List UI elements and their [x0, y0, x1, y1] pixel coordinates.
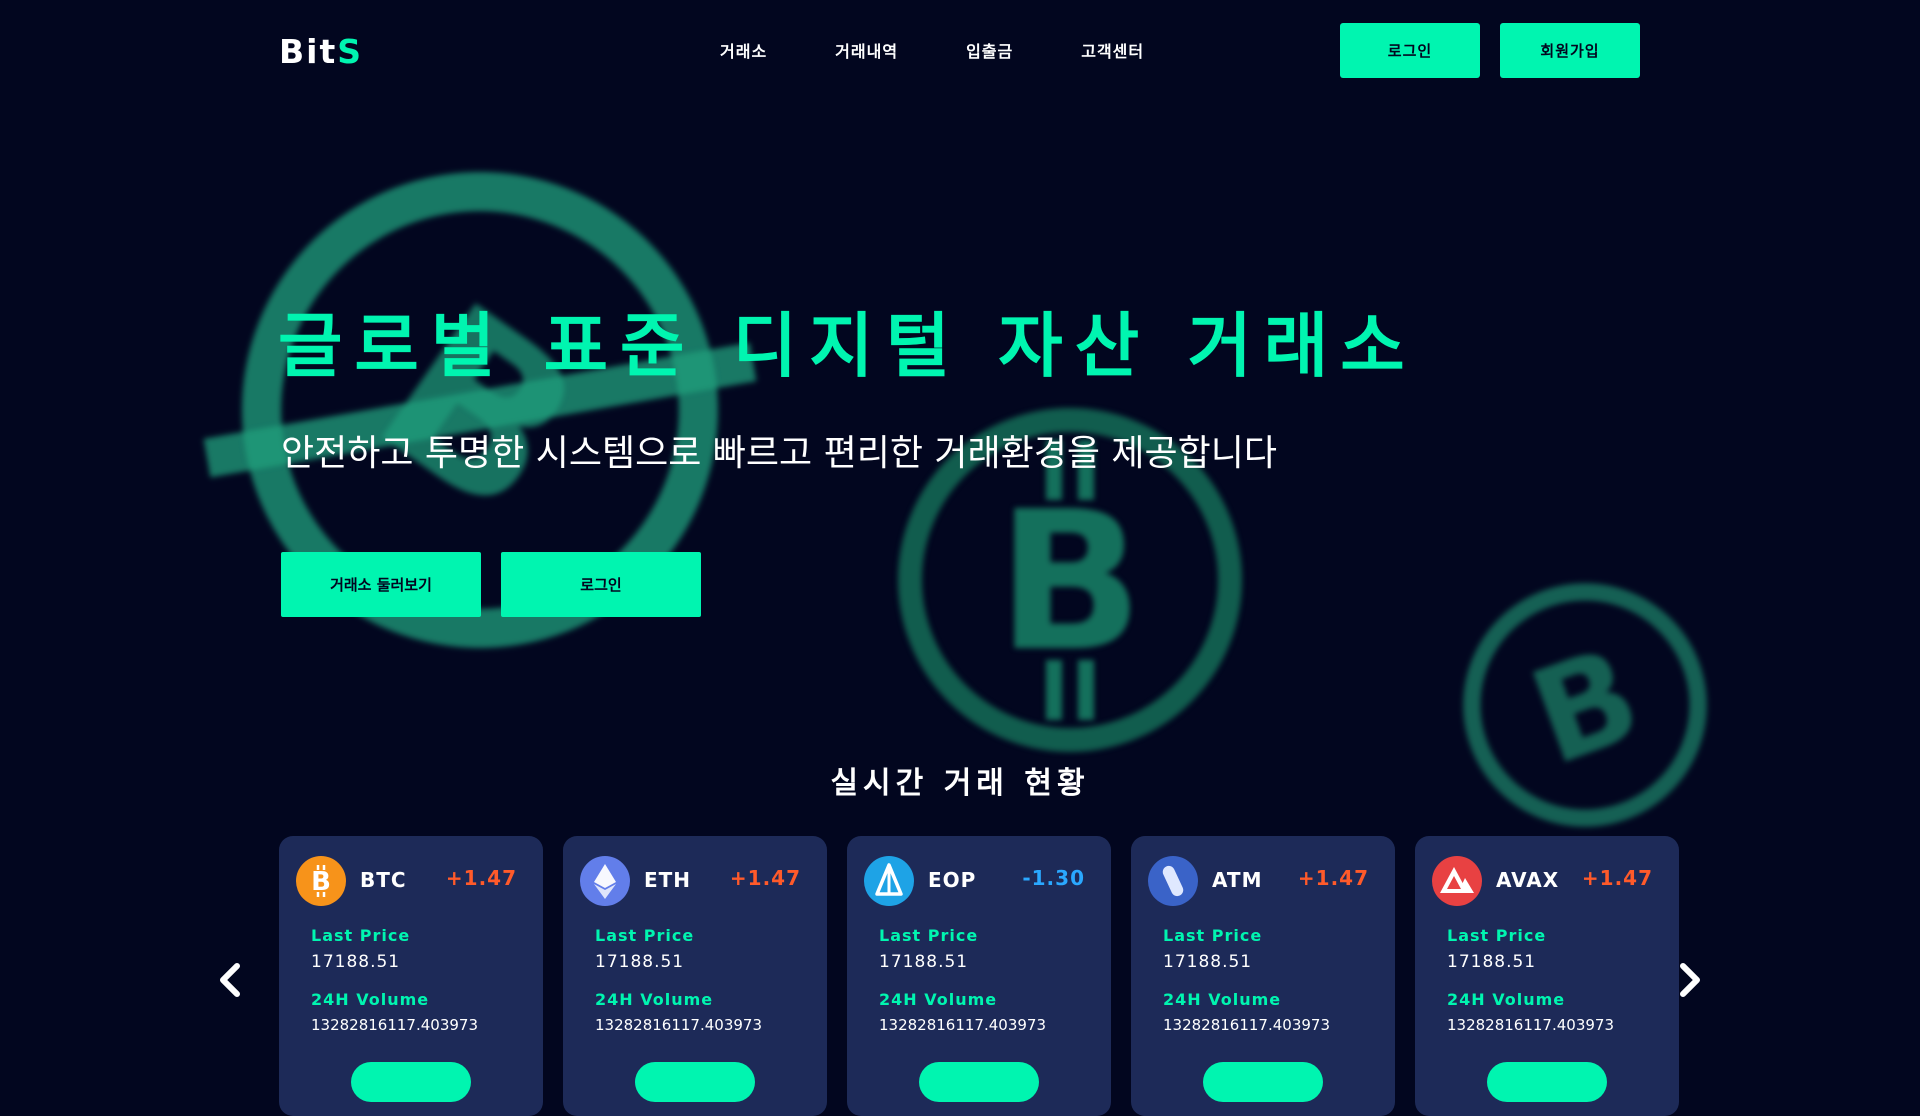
live-section-title: 실시간 거래 현황: [830, 766, 1090, 801]
nav-history[interactable]: 거래내역: [835, 38, 898, 62]
coin-symbol: ETH: [644, 868, 692, 892]
card-trade-button[interactable]: [919, 1062, 1039, 1102]
last-price-value: 17188.51: [1447, 952, 1537, 972]
eop-icon: [864, 856, 914, 906]
last-price-value: 17188.51: [879, 952, 969, 972]
logo[interactable]: BitS: [279, 32, 363, 71]
bitcoin-icon: B: [296, 856, 346, 906]
atm-icon: [1148, 856, 1198, 906]
last-price-label: Last Price: [1447, 926, 1547, 945]
logo-accent: S: [337, 32, 364, 71]
last-price-value: 17188.51: [595, 952, 685, 972]
market-card-atm[interactable]: ATM +1.47 Last Price 17188.51 24H Volume…: [1131, 836, 1395, 1116]
nav-exchange[interactable]: 거래소: [720, 38, 767, 62]
explore-exchange-button[interactable]: 거래소 둘러보기: [281, 552, 481, 617]
market-cards: B BTC +1.47 Last Price 17188.51 24H Volu…: [279, 836, 1679, 1116]
card-trade-button[interactable]: [1203, 1062, 1323, 1102]
volume-value: 13282816117.403973: [1163, 1016, 1331, 1034]
volume-value: 13282816117.403973: [1447, 1016, 1615, 1034]
last-price-label: Last Price: [595, 926, 695, 945]
last-price-value: 17188.51: [311, 952, 401, 972]
volume-value: 13282816117.403973: [879, 1016, 1047, 1034]
last-price-value: 17188.51: [1163, 952, 1253, 972]
volume-label: 24H Volume: [879, 990, 998, 1009]
ethereum-icon: [580, 856, 630, 906]
login-button[interactable]: 로그인: [1340, 23, 1480, 78]
coin-change: +1.47: [1297, 866, 1369, 890]
main-nav: 거래소 거래내역 입출금 고객센터: [720, 38, 1212, 62]
coin-symbol: AVAX: [1496, 868, 1560, 892]
market-card-eth[interactable]: ETH +1.47 Last Price 17188.51 24H Volume…: [563, 836, 827, 1116]
avax-icon: [1432, 856, 1482, 906]
volume-label: 24H Volume: [1163, 990, 1282, 1009]
carousel-next-button[interactable]: [1675, 960, 1705, 1000]
carousel-prev-button[interactable]: [215, 960, 245, 1000]
market-card-btc[interactable]: B BTC +1.47 Last Price 17188.51 24H Volu…: [279, 836, 543, 1116]
volume-label: 24H Volume: [311, 990, 430, 1009]
coin-change: +1.47: [729, 866, 801, 890]
chevron-right-icon: [1680, 963, 1700, 997]
market-card-avax[interactable]: AVAX +1.47 Last Price 17188.51 24H Volum…: [1415, 836, 1679, 1116]
card-trade-button[interactable]: [1487, 1062, 1607, 1102]
volume-label: 24H Volume: [595, 990, 714, 1009]
hero-subtitle: 안전하고 투명한 시스템으로 빠르고 편리한 거래환경을 제공합니다: [281, 433, 1278, 474]
logo-main: Bit: [279, 32, 338, 71]
coin-symbol: ATM: [1212, 868, 1263, 892]
svg-text:B: B: [997, 471, 1143, 694]
hero-title: 글로벌 표준 디지털 자산 거래소: [278, 305, 1417, 387]
coin-symbol: EOP: [928, 868, 977, 892]
volume-value: 13282816117.403973: [311, 1016, 479, 1034]
svg-text:B: B: [311, 867, 331, 897]
coin-change: +1.47: [445, 866, 517, 890]
chevron-left-icon: [220, 963, 240, 997]
nav-support[interactable]: 고객센터: [1081, 38, 1144, 62]
coin-change: -1.30: [1022, 866, 1085, 890]
card-trade-button[interactable]: [351, 1062, 471, 1102]
market-card-eop[interactable]: EOP -1.30 Last Price 17188.51 24H Volume…: [847, 836, 1111, 1116]
coin-symbol: BTC: [360, 868, 407, 892]
card-trade-button[interactable]: [635, 1062, 755, 1102]
volume-value: 13282816117.403973: [595, 1016, 763, 1034]
volume-label: 24H Volume: [1447, 990, 1566, 1009]
last-price-label: Last Price: [311, 926, 411, 945]
bitcoin-background-icon: B: [1440, 560, 1730, 850]
nav-deposit-withdraw[interactable]: 입출금: [966, 38, 1013, 62]
hero-login-button[interactable]: 로그인: [501, 552, 701, 617]
coin-change: +1.47: [1581, 866, 1653, 890]
last-price-label: Last Price: [879, 926, 979, 945]
signup-button[interactable]: 회원가입: [1500, 23, 1640, 78]
last-price-label: Last Price: [1163, 926, 1263, 945]
